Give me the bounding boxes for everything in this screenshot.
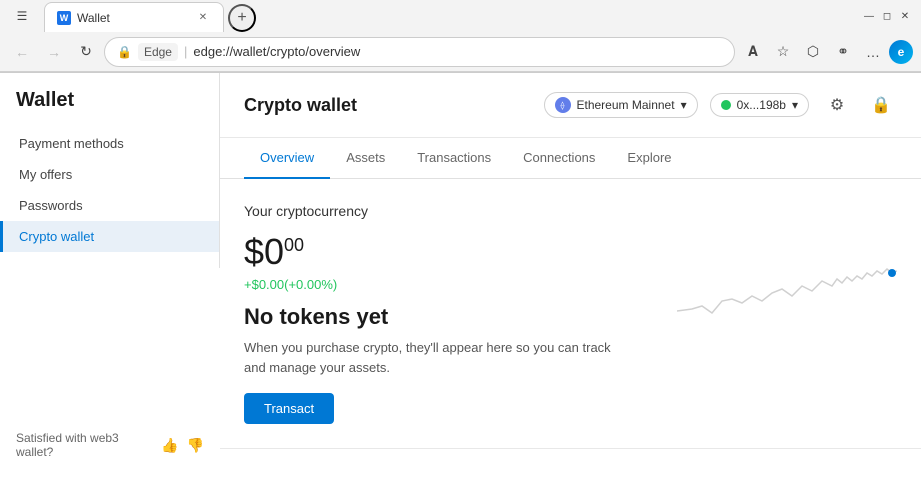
- tab-assets[interactable]: Assets: [330, 138, 401, 179]
- address-bar[interactable]: 🔒 Edge | edge://wallet/crypto/overview: [104, 37, 735, 67]
- wallet-address-dropdown-icon: ▾: [792, 98, 798, 112]
- forward-btn[interactable]: →: [40, 38, 68, 66]
- tab-bar: W Wallet ✕ +: [44, 0, 853, 32]
- no-tokens-desc: When you purchase crypto, they'll appear…: [244, 338, 624, 377]
- edge-profile-icon[interactable]: e: [889, 40, 913, 64]
- close-btn[interactable]: ✕: [897, 8, 913, 24]
- tab-connections[interactable]: Connections: [507, 138, 611, 179]
- address-separator: |: [184, 44, 187, 59]
- balance-area: $000 +$0.00(+0.00%) No tokens yet When y…: [244, 231, 624, 424]
- minimize-btn[interactable]: —: [861, 8, 877, 24]
- balance-cents: 00: [284, 235, 304, 255]
- crypto-section-label: Your cryptocurrency: [244, 203, 897, 219]
- sidebar-item-payment-methods[interactable]: Payment methods: [0, 128, 219, 159]
- thumbs-down-btn[interactable]: 👎: [187, 437, 204, 454]
- main-content: Crypto wallet ⟠ Ethereum Mainnet ▾ 0x...…: [220, 73, 921, 471]
- address-bar-edge-icon: 🔒: [117, 45, 132, 59]
- sparkline-endpoint: [888, 269, 896, 277]
- browser-chrome: ☰ W Wallet ✕ + — ◻ ✕ ← → ↻ 🔒 Edge | edge…: [0, 0, 921, 73]
- window-controls: — ◻ ✕: [861, 8, 913, 24]
- sidebar-footer-text: Satisfied with web3 wallet?: [16, 431, 153, 459]
- collections-btn[interactable]: ⬡: [799, 38, 827, 66]
- read-aloud-btn[interactable]: 𝐀: [739, 38, 767, 66]
- active-tab[interactable]: W Wallet ✕: [44, 2, 224, 32]
- sidebar-item-crypto-wallet[interactable]: Crypto wallet: [0, 221, 219, 252]
- balance-display: $000: [244, 231, 624, 273]
- share-btn[interactable]: ⚭: [829, 38, 857, 66]
- address-bar-row: ← → ↻ 🔒 Edge | edge://wallet/crypto/over…: [0, 32, 921, 72]
- header-actions: ⟠ Ethereum Mainnet ▾ 0x...198b ▾ ⚙ 🔒: [544, 89, 898, 121]
- tab-close-btn[interactable]: ✕: [195, 10, 211, 26]
- new-tab-btn[interactable]: +: [228, 4, 256, 32]
- favorites-btn[interactable]: ☆: [769, 38, 797, 66]
- tab-transactions[interactable]: Transactions: [401, 138, 507, 179]
- sidebar-item-passwords[interactable]: Passwords: [0, 190, 219, 221]
- sidebar: Wallet Payment methods My offers Passwor…: [0, 73, 220, 268]
- tab-favicon: W: [57, 11, 71, 25]
- main-header: Crypto wallet ⟠ Ethereum Mainnet ▾ 0x...…: [220, 73, 921, 138]
- sidebar-item-my-offers[interactable]: My offers: [0, 159, 219, 190]
- tabs: Overview Assets Transactions Connections…: [220, 138, 921, 179]
- eth-network-icon: ⟠: [555, 97, 571, 113]
- no-tokens-title: No tokens yet: [244, 304, 624, 330]
- balance-change: +$0.00(+0.00%): [244, 277, 624, 292]
- sidebar-nav: Payment methods My offers Passwords Cryp…: [0, 128, 219, 252]
- title-bar: ☰ W Wallet ✕ + — ◻ ✕: [0, 0, 921, 32]
- app-layout: Wallet Payment methods My offers Passwor…: [0, 73, 921, 471]
- sidebar-footer: Satisfied with web3 wallet? 👍 👎: [0, 419, 220, 471]
- transact-btn[interactable]: Transact: [244, 393, 334, 424]
- more-btn[interactable]: …: [859, 38, 887, 66]
- sparkline-chart: [677, 241, 897, 341]
- bottom-section: Connected dApps Go and explore With your…: [220, 448, 921, 471]
- chart-area: [677, 241, 897, 341]
- tab-explore[interactable]: Explore: [611, 138, 687, 179]
- network-selector[interactable]: ⟠ Ethereum Mainnet ▾: [544, 92, 698, 118]
- refresh-btn[interactable]: ↻: [72, 38, 100, 66]
- balance-main: $0: [244, 231, 284, 272]
- thumbs-up-btn[interactable]: 👍: [161, 437, 178, 454]
- lock-btn[interactable]: 🔒: [865, 89, 897, 121]
- crypto-section: Your cryptocurrency $000 +$0.00(+0.00%) …: [220, 179, 921, 448]
- sparkline-line: [677, 269, 897, 313]
- restore-btn[interactable]: ◻: [879, 8, 895, 24]
- tab-overview[interactable]: Overview: [244, 138, 330, 179]
- title-bar-left: ☰: [8, 2, 44, 30]
- settings-btn[interactable]: ⚙: [821, 89, 853, 121]
- sidebar-wrapper: Wallet Payment methods My offers Passwor…: [0, 73, 220, 471]
- address-url: edge://wallet/crypto/overview: [193, 44, 722, 59]
- wallet-address-text: 0x...198b: [737, 98, 786, 112]
- main-title: Crypto wallet: [244, 95, 357, 116]
- browser-actions: 𝐀 ☆ ⬡ ⚭ … e: [739, 38, 913, 66]
- tab-title: Wallet: [77, 11, 189, 25]
- sidebar-toggle-btn[interactable]: ☰: [8, 2, 36, 30]
- back-btn[interactable]: ←: [8, 38, 36, 66]
- wallet-address-btn[interactable]: 0x...198b ▾: [710, 93, 809, 117]
- balance-chart-row: $000 +$0.00(+0.00%) No tokens yet When y…: [244, 231, 897, 424]
- sidebar-footer-actions: 👍 👎: [161, 437, 204, 454]
- sidebar-title: Wallet: [0, 89, 219, 128]
- network-name: Ethereum Mainnet: [577, 98, 675, 112]
- address-bar-edge-label: Edge: [138, 43, 178, 61]
- network-dropdown-icon: ▾: [681, 98, 687, 112]
- connected-indicator: [721, 100, 731, 110]
